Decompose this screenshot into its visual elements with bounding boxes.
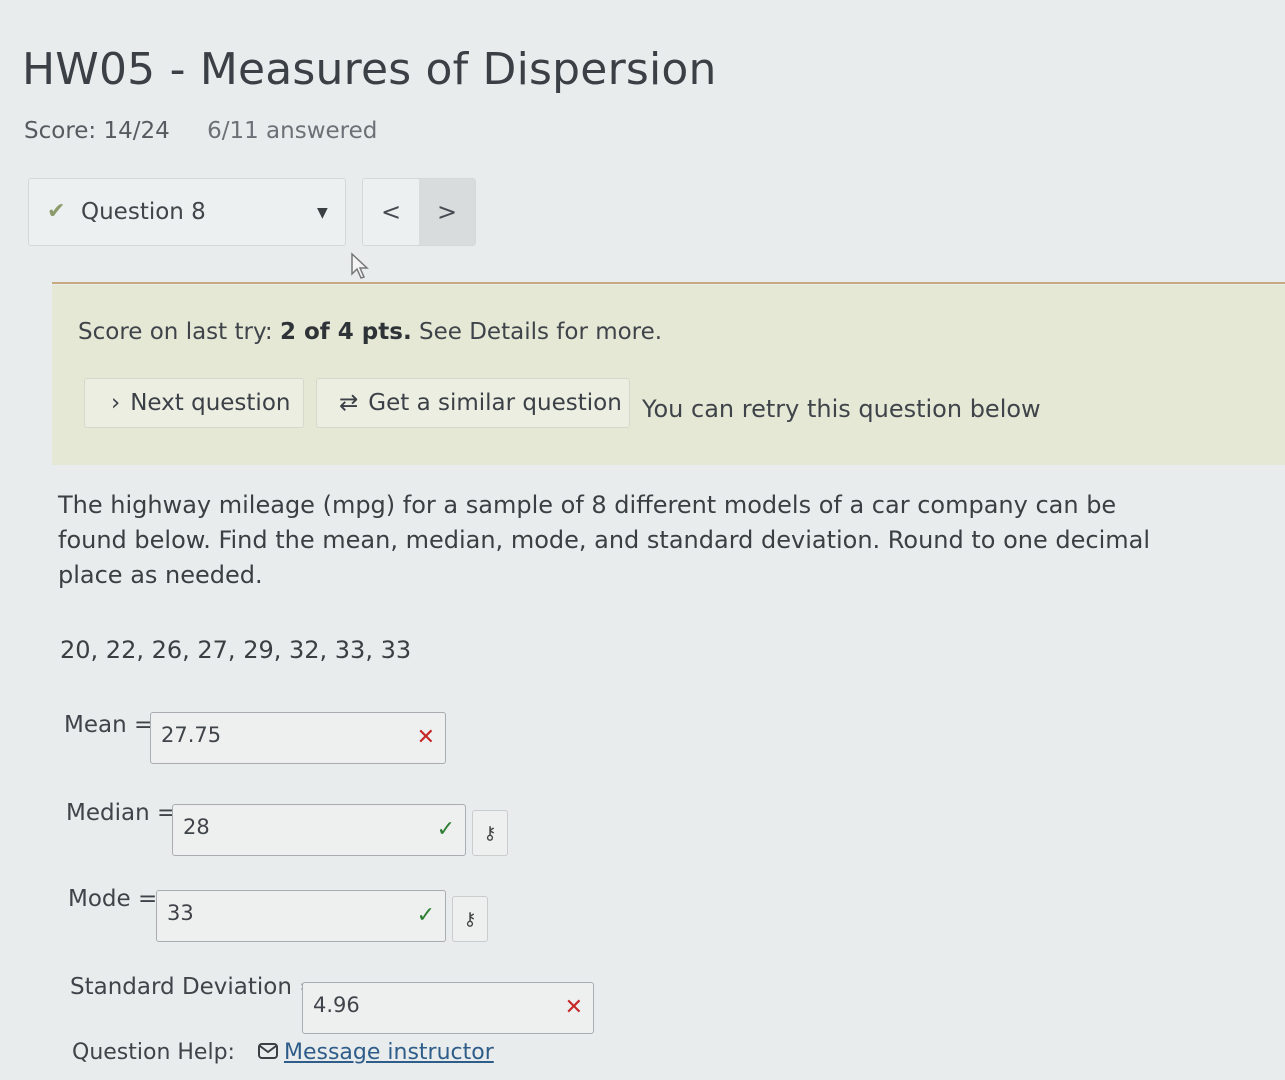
previous-question-button[interactable]: < <box>363 179 419 245</box>
next-question-arrow-button[interactable]: > <box>419 179 475 245</box>
similar-question-button[interactable]: ⇄ Get a similar question <box>316 378 630 428</box>
score-text: Score: 14/24 <box>24 118 170 144</box>
mean-value: 27.75 <box>161 723 222 747</box>
envelope-icon <box>257 1040 278 1065</box>
mode-input[interactable]: 33 ✓ <box>156 890 446 942</box>
page-title: HW05 - Measures of Dispersion <box>22 44 717 95</box>
correct-check-icon: ✓ <box>436 817 455 842</box>
median-input[interactable]: 28 ✓ <box>172 804 466 856</box>
question-help: Question Help: Message instructor <box>72 1040 494 1065</box>
completed-check-icon: ✔ <box>47 199 66 224</box>
question-prompt: The highway mileage (mpg) for a sample o… <box>58 491 1150 589</box>
incorrect-x-icon: ✕ <box>416 725 435 750</box>
mode-value: 33 <box>167 901 194 925</box>
message-instructor-label: Message instructor <box>283 1040 494 1065</box>
question-nav: < > <box>362 178 476 246</box>
data-values: 20, 22, 26, 27, 29, 32, 33, 33 <box>60 636 412 664</box>
incorrect-x-icon: ✕ <box>564 995 583 1020</box>
divider <box>52 282 1285 284</box>
last-try-points: 2 of 4 pts. <box>279 319 412 345</box>
median-label: Median = <box>66 800 177 826</box>
mean-input[interactable]: 27.75 ✕ <box>150 712 446 764</box>
mean-label: Mean = <box>64 712 154 738</box>
mouse-cursor-icon <box>350 252 372 286</box>
retry-message: You can retry this question below <box>642 395 1041 423</box>
question-select-label: Question 8 <box>81 199 206 225</box>
last-try-score: Score on last try: 2 of 4 pts. See Detai… <box>78 319 663 345</box>
key-icon[interactable]: ⚷ <box>452 896 488 942</box>
question-select[interactable]: ✔ Question 8 ▼ <box>28 178 346 246</box>
sd-label: Standard Deviation = <box>70 974 319 1000</box>
sd-value: 4.96 <box>313 993 360 1017</box>
score-line: Score: 14/24 6/11 answered <box>24 118 377 144</box>
answered-count: 6/11 answered <box>207 118 378 144</box>
message-instructor-link[interactable]: Message instructor <box>257 1040 494 1065</box>
dropdown-caret-icon: ▼ <box>317 205 328 221</box>
chevron-right-icon: › <box>111 390 121 416</box>
correct-check-icon: ✓ <box>416 903 435 928</box>
retry-icon: ⇄ <box>339 390 359 416</box>
mode-label: Mode = <box>68 886 158 912</box>
key-icon[interactable]: ⚷ <box>472 810 508 856</box>
sd-input[interactable]: 4.96 ✕ <box>302 982 594 1034</box>
last-try-banner: Score on last try: 2 of 4 pts. See Detai… <box>52 285 1285 465</box>
next-question-button[interactable]: › Next question <box>84 378 304 428</box>
question-help-label: Question Help: <box>72 1040 235 1065</box>
similar-question-label: Get a similar question <box>368 390 622 416</box>
median-value: 28 <box>183 815 210 839</box>
next-question-label: Next question <box>130 390 291 416</box>
